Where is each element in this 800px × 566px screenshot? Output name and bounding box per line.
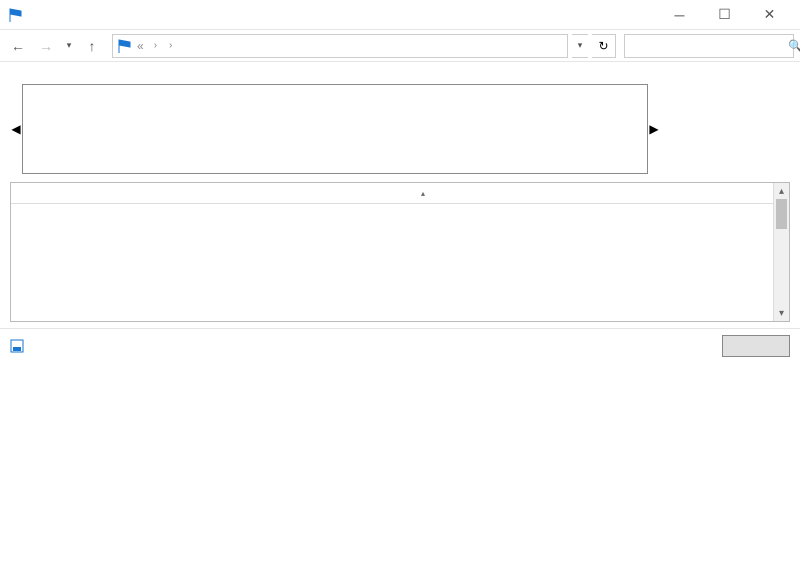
col-date[interactable]: ▴ [411,183,591,203]
table-body [11,204,789,318]
scroll-down-icon[interactable]: ▾ [774,305,789,321]
chart-scroll-left[interactable]: ◀ [10,84,22,174]
chart-area: ◀ ▶ [10,84,790,174]
titlebar: ─ ☐ ✕ [0,0,800,30]
footer [0,328,800,363]
scrollbar[interactable]: ▴ ▾ [773,183,789,321]
content: ◀ ▶ ▴ ▴ ▾ [0,62,800,322]
search-input[interactable] [631,39,788,53]
col-summary[interactable] [211,183,411,203]
table-header: ▴ [11,183,789,204]
minimize-button[interactable]: ─ [657,0,702,30]
reliability-chart[interactable] [22,84,648,174]
forward-button[interactable]: → [34,34,58,58]
navbar: ← → ▾ ↑ « › › ▾ ↻ 🔍 [0,30,800,62]
scroll-up-icon[interactable]: ▴ [774,183,789,199]
details-table: ▴ ▴ ▾ [10,182,790,322]
maximize-button[interactable]: ☐ [702,0,747,30]
chart-scroll-right[interactable]: ▶ [648,84,660,174]
recent-dropdown[interactable]: ▾ [62,34,76,58]
chart-legend [660,84,790,174]
search-box[interactable]: 🔍 [624,34,794,58]
search-icon[interactable]: 🔍 [788,39,800,53]
col-action[interactable] [591,183,789,203]
control-panel-icon [117,38,133,54]
sort-indicator-icon: ▴ [421,189,425,198]
chevron-right-icon: › [152,40,159,51]
refresh-button[interactable]: ↻ [592,34,616,58]
ok-button[interactable] [722,335,790,357]
breadcrumb-prefix: « [137,39,144,53]
scroll-thumb[interactable] [776,199,787,229]
breadcrumb[interactable]: « › › [112,34,568,58]
up-button[interactable]: ↑ [80,34,104,58]
chevron-right-icon: › [167,40,174,51]
close-button[interactable]: ✕ [747,0,792,30]
address-dropdown[interactable]: ▾ [572,34,588,58]
save-icon [10,339,24,353]
back-button[interactable]: ← [6,34,30,58]
col-source[interactable] [11,183,211,203]
app-icon [8,7,24,23]
